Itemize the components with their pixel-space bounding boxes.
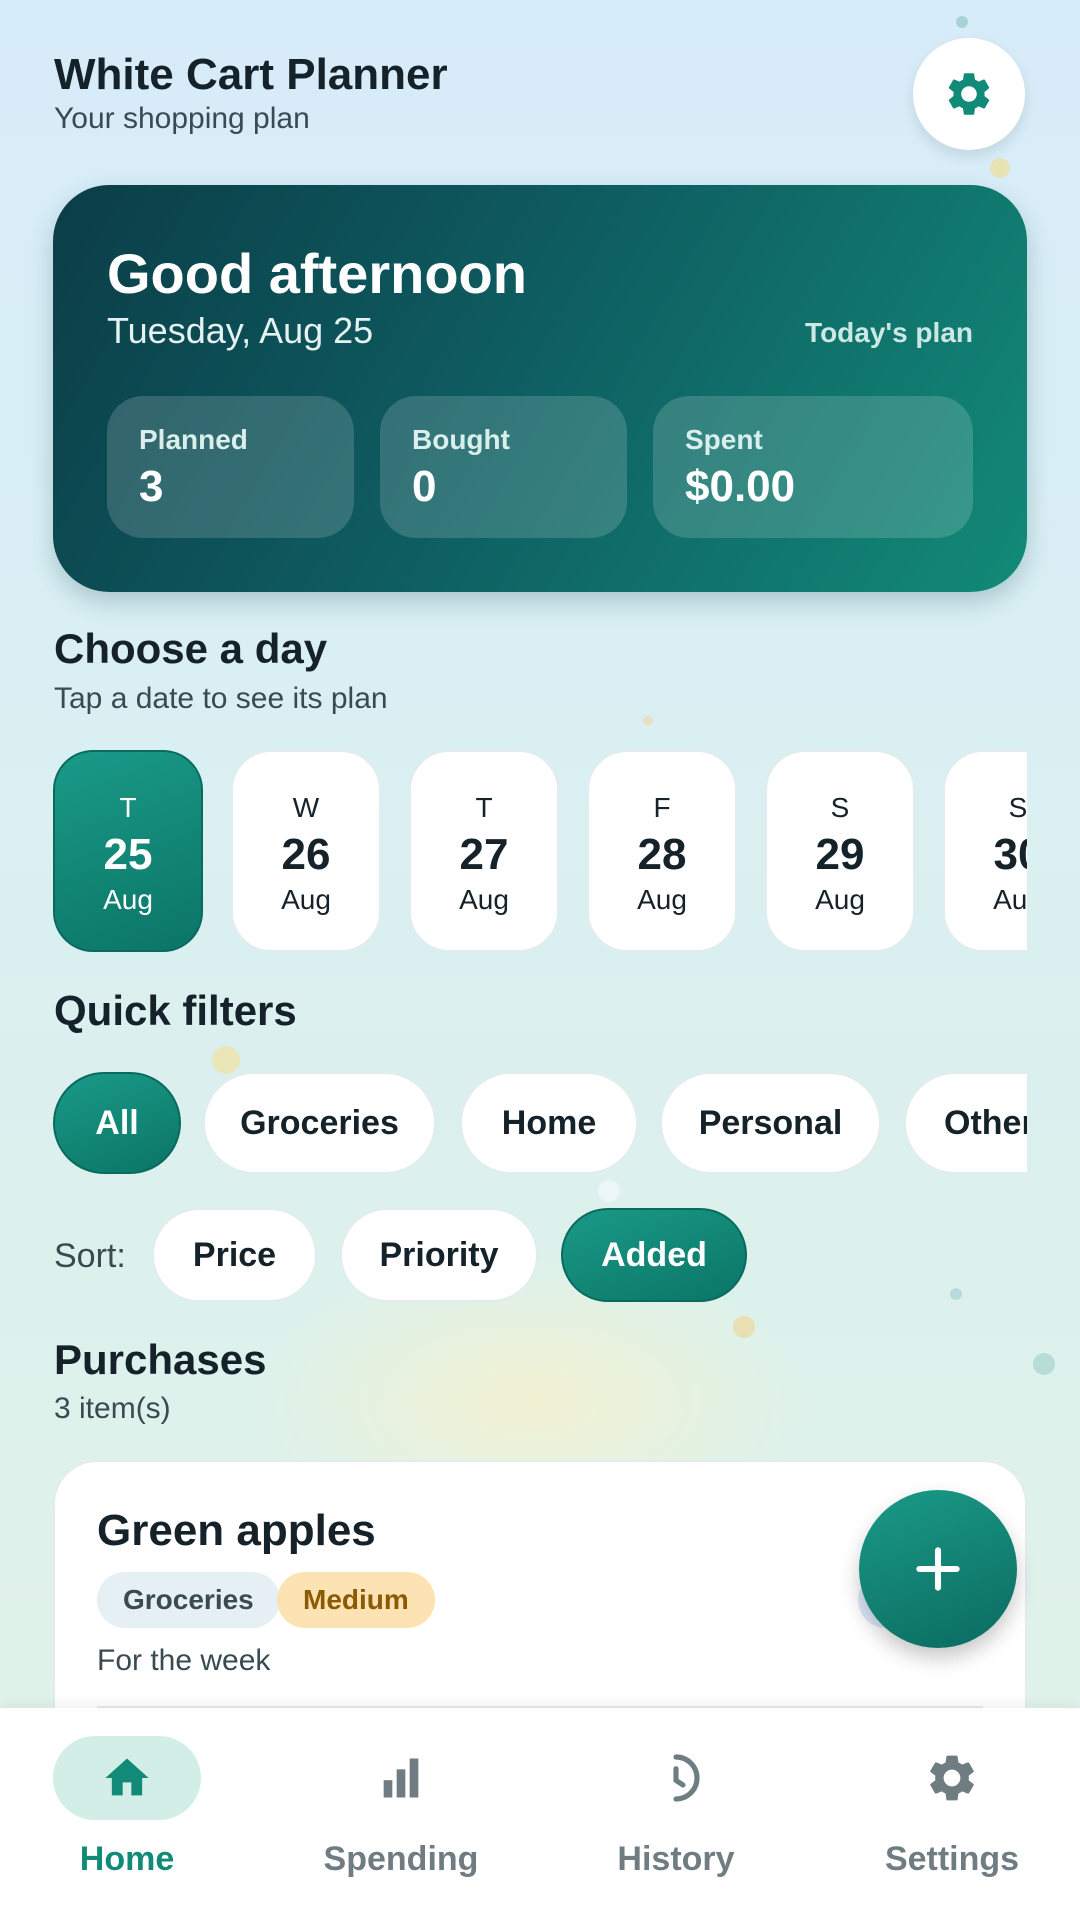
nav-label: Home — [79, 1840, 175, 1878]
day-number: 30 — [993, 830, 1027, 879]
day-card[interactable]: T 25 Aug — [53, 750, 203, 952]
filter-chip-groceries[interactable]: Groceries — [203, 1072, 436, 1174]
decor-dot — [598, 1180, 620, 1202]
day-weekday: T — [475, 792, 493, 823]
filter-chip-other[interactable]: Other — [904, 1072, 1027, 1174]
filter-chips: All Groceries Home Personal Other — [53, 1072, 1027, 1176]
nav-history[interactable]: History — [566, 1736, 786, 1896]
day-picker-title: Choose a day — [54, 625, 328, 672]
day-weekday: F — [653, 792, 671, 823]
day-number: 27 — [459, 830, 509, 879]
stat-value: $0.00 — [685, 462, 796, 511]
nav-home[interactable]: Home — [17, 1736, 237, 1896]
decor-dot — [990, 158, 1010, 178]
filter-chip-personal[interactable]: Personal — [660, 1072, 881, 1174]
filters-title: Quick filters — [54, 987, 297, 1034]
day-weekday: T — [119, 792, 137, 823]
day-number: 26 — [281, 830, 331, 879]
app-header: White Cart Planner Your shopping plan — [54, 50, 448, 136]
day-number: 28 — [637, 830, 687, 879]
decor-dot — [212, 1046, 240, 1074]
day-number: 29 — [815, 830, 865, 879]
nav-label: History — [617, 1840, 735, 1878]
nav-label: Settings — [884, 1840, 1020, 1878]
nav-settings[interactable]: Settings — [842, 1736, 1062, 1896]
sort-label: Sort: — [54, 1237, 126, 1275]
stat-value: 3 — [139, 462, 164, 511]
stat-planned: Planned 3 — [107, 396, 354, 538]
day-weekday: S — [830, 792, 850, 823]
summary-card: Good afternoon Tuesday, Aug 25 Today's p… — [53, 185, 1027, 592]
sort-priority-button[interactable]: Priority — [340, 1208, 538, 1302]
current-date: Tuesday, Aug 25 — [107, 310, 374, 351]
app-title: White Cart Planner — [54, 50, 448, 99]
stat-bought: Bought 0 — [380, 396, 627, 538]
item-name: Green apples — [97, 1506, 376, 1555]
gear-icon — [930, 1755, 974, 1801]
home-icon — [105, 1758, 149, 1796]
todays-plan-label: Today's plan — [805, 317, 973, 348]
day-picker: T 25 Aug W 26 Aug T 27 Aug F 28 Aug S 29… — [53, 750, 1027, 954]
decor-dot — [950, 1288, 962, 1300]
day-month: Aug — [993, 884, 1027, 915]
nav-label: Spending — [323, 1840, 479, 1878]
priority-tag: Medium — [277, 1572, 435, 1628]
category-tag: Groceries — [97, 1572, 280, 1628]
day-weekday: W — [292, 792, 320, 823]
day-card[interactable]: T 27 Aug — [409, 750, 559, 952]
stat-label: Planned — [139, 424, 248, 455]
day-picker-subtitle: Tap a date to see its plan — [54, 682, 388, 715]
day-card[interactable]: W 26 Aug — [231, 750, 381, 952]
decor-dot — [643, 716, 653, 726]
sort-added-button[interactable]: Added — [561, 1208, 747, 1302]
gear-icon — [948, 73, 990, 115]
day-card[interactable]: S 30 Aug — [943, 750, 1027, 952]
filter-chip-home[interactable]: Home — [460, 1072, 638, 1174]
decor-dot — [1033, 1353, 1055, 1375]
nav-spending[interactable]: Spending — [291, 1736, 511, 1896]
nav-icon-pill — [602, 1736, 750, 1820]
purchases-title: Purchases — [54, 1336, 267, 1383]
nav-icon-pill — [327, 1736, 475, 1820]
day-month: Aug — [459, 884, 509, 915]
item-note: For the week — [97, 1644, 271, 1677]
nav-icon-pill — [878, 1736, 1026, 1820]
day-card[interactable]: S 29 Aug — [765, 750, 915, 952]
decor-dot — [733, 1316, 755, 1338]
day-month: Aug — [281, 884, 331, 915]
decor-dot — [956, 16, 968, 28]
stat-label: Spent — [685, 424, 763, 455]
day-month: Aug — [815, 884, 865, 915]
day-card[interactable]: F 28 Aug — [587, 750, 737, 952]
filter-chip-all[interactable]: All — [53, 1072, 181, 1174]
stat-spent: Spent $0.00 — [653, 396, 973, 538]
sort-price-button[interactable]: Price — [152, 1208, 317, 1302]
app-subtitle: Your shopping plan — [54, 102, 310, 135]
day-month: Aug — [637, 884, 687, 915]
day-month: Aug — [103, 884, 153, 915]
bar-chart-icon — [383, 1758, 419, 1798]
settings-button[interactable] — [913, 38, 1025, 150]
greeting: Good afternoon — [107, 242, 527, 305]
day-number: 25 — [103, 830, 153, 879]
history-icon — [673, 1754, 700, 1802]
purchases-count: 3 item(s) — [54, 1392, 171, 1425]
bottom-nav: Home Spending History Settings — [0, 1708, 1080, 1920]
stat-label: Bought — [412, 424, 510, 455]
add-item-button[interactable] — [859, 1490, 1017, 1648]
stat-value: 0 — [412, 462, 437, 511]
nav-icon-pill — [53, 1736, 201, 1820]
plus-icon — [916, 1547, 960, 1591]
day-weekday: S — [1008, 792, 1027, 823]
